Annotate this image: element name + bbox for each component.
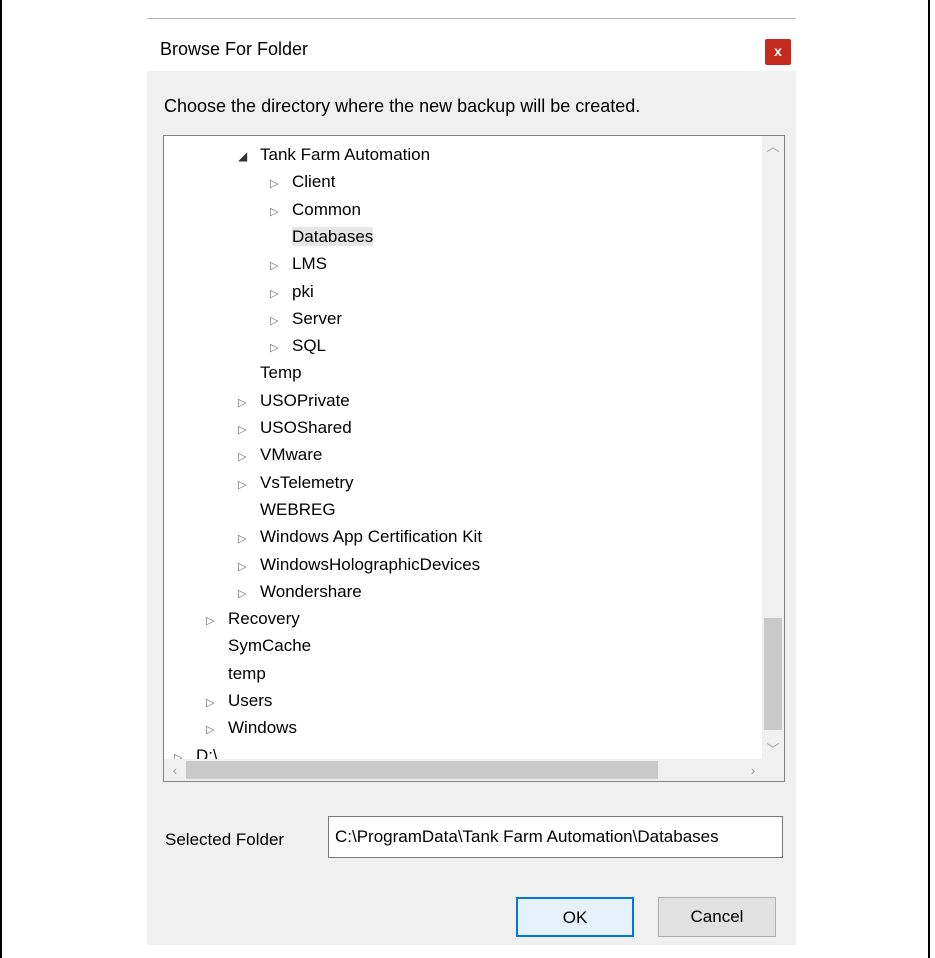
expand-arrow-icon[interactable]: ▷ [270,253,292,279]
expand-arrow-icon[interactable]: ▷ [238,417,260,443]
scroll-down-icon[interactable]: ﹀ [762,739,784,761]
tree-item[interactable]: WEBREG [238,497,336,523]
tree-item-label: Databases [292,226,374,246]
cancel-button[interactable]: Cancel [658,897,776,937]
selected-folder-field[interactable]: C:\ProgramData\Tank Farm Automation\Data… [328,816,783,858]
horizontal-scrollbar[interactable]: ‹ › [164,759,764,781]
title-bar: Browse For Folder x [147,19,796,71]
selected-folder-label: Selected Folder [165,830,285,849]
scroll-right-icon[interactable]: › [742,759,764,781]
vertical-scrollbar[interactable]: ︿ ﹀ [762,136,784,761]
horizontal-scroll-thumb[interactable] [186,761,658,779]
tree-item-label: SymCache [228,636,312,656]
expand-arrow-icon[interactable]: ▷ [238,472,260,498]
expand-arrow-icon[interactable]: ▷ [206,608,228,634]
tree-item-label: Temp [260,363,302,383]
tree-item[interactable]: ▷ Server [270,306,342,332]
tree-item[interactable]: ▷ Client [270,169,335,195]
tree-item-label: Recovery [228,609,300,629]
tree-item-label: Users [228,691,273,710]
tree-item[interactable]: ▷ Recovery [206,606,300,632]
expand-arrow-icon[interactable]: ▷ [270,308,292,334]
tree-item[interactable]: ▷ Windows [206,715,297,741]
dialog-title: Browse For Folder [160,39,309,59]
tree-item[interactable]: temp [206,661,266,687]
expand-arrow-icon[interactable]: ▷ [238,526,260,552]
tree-item-label: WEBREG [260,499,336,519]
tree-item-label: WindowsHolographicDevices [260,554,481,574]
tree-item[interactable]: ▷ WindowsHolographicDevices [238,552,480,578]
expand-arrow-icon[interactable]: ▷ [238,390,260,416]
tree-item-label: Tank Farm Automation [260,145,431,164]
expand-arrow-icon[interactable]: ▷ [270,171,292,197]
tree-item-label: Client [292,172,336,192]
expand-arrow-icon[interactable]: ▷ [238,581,260,607]
tree-item-label: pki [292,281,314,301]
folder-tree: ◢ Tank Farm Automation ▷ Client ▷ Common Datab… [164,136,762,765]
tree-item-label: Windows App Certification Kit [260,527,483,547]
tree-item[interactable]: Databases [270,224,374,250]
expand-arrow-icon[interactable]: ▷ [238,444,260,470]
expand-arrow-icon[interactable]: ▷ [270,281,292,307]
tree-item-label: Common [292,199,361,219]
vertical-scroll-thumb[interactable] [764,618,782,730]
tree-item[interactable]: SymCache [206,633,311,659]
instructions-text: Choose the directory where the new backu… [164,96,641,116]
expand-arrow-icon[interactable]: ▷ [238,554,260,580]
scroll-up-icon[interactable]: ︿ [762,136,784,158]
tree-item[interactable]: ▷ LMS [270,251,327,277]
tree-item[interactable]: ▷ VMware [238,442,322,468]
scrollbar-corner [762,759,784,781]
tree-item-label: USOPrivate [260,390,350,410]
expand-arrow-icon[interactable]: ▷ [206,690,228,716]
tree-item[interactable]: ▷ USOPrivate [238,388,350,414]
tree-item-label: VsTelemetry [260,472,354,492]
expanded-arrow-icon[interactable]: ◢ [238,143,260,169]
tree-item-label: temp [228,663,266,683]
tree-item[interactable]: ▷ pki [270,279,314,305]
tree-item-label: Wondershare [260,581,362,601]
folder-tree-view[interactable]: ◢ Tank Farm Automation ▷ Client ▷ Common Datab… [163,135,785,782]
scroll-left-icon[interactable]: ‹ [164,759,186,781]
tree-item[interactable]: ▷ SQL [270,333,326,359]
expand-arrow-icon[interactable]: ▷ [270,335,292,361]
tree-item-label: LMS [292,254,327,274]
tree-item[interactable]: ▷ USOShared [238,415,352,441]
tree-item-label: USOShared [260,418,352,437]
tree-item[interactable]: ▷ Windows App Certification Kit [238,524,482,550]
tree-item[interactable]: ▷ Common [270,197,361,223]
expand-arrow-icon[interactable]: ▷ [270,199,292,225]
tree-item-label: Server [292,308,343,328]
tree-item-label: SQL [292,336,327,356]
browse-folder-dialog: Browse For Folder x Choose the directory… [147,18,796,945]
tree-item-label: Windows [228,718,297,738]
tree-item-label: VMware [260,445,323,465]
expand-arrow-icon[interactable]: ▷ [206,717,228,743]
tree-item[interactable]: ▷ Users [206,688,272,714]
ok-button[interactable]: OK [516,897,634,937]
tree-item[interactable]: ▷ Wondershare [238,579,362,605]
tree-item[interactable]: ▷ VsTelemetry [238,470,354,496]
tree-item[interactable]: ◢ Tank Farm Automation [238,142,430,168]
close-button[interactable]: x [765,39,791,65]
tree-item[interactable]: Temp [238,360,302,386]
